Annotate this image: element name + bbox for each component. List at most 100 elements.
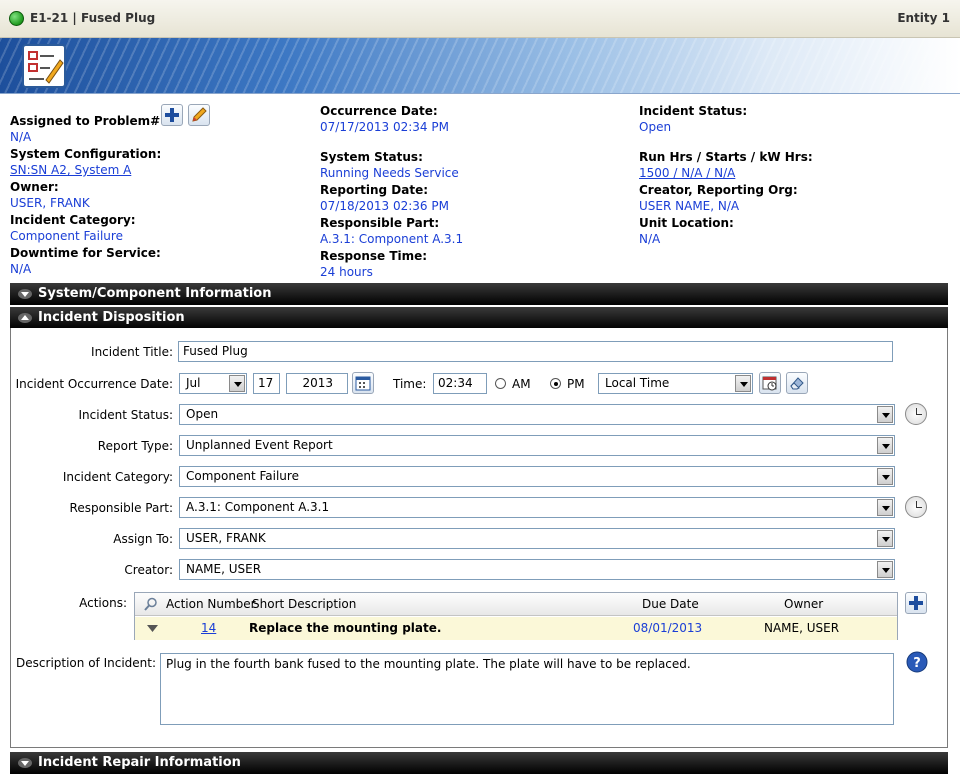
summary-column-2: Occurrence Date: 07/17/2013 02:34 PM Sys… (320, 104, 620, 282)
day-input[interactable]: 17 (253, 373, 280, 394)
actions-grid: Action Number Short Description Due Date… (134, 592, 898, 640)
occurrence-date-label: Occurrence Date: (320, 104, 438, 118)
incident-title-input[interactable]: Fused Plug (178, 341, 893, 362)
responsible-part-select[interactable]: A.3.1: Component A.3.1 (179, 497, 895, 518)
incident-status-select[interactable]: Open (179, 404, 895, 425)
incident-status-label: Incident Status: (639, 104, 748, 118)
description-textarea[interactable]: Plug in the fourth bank fused to the mou… (160, 653, 894, 725)
report-type-label: Report Type: (97, 439, 173, 453)
response-time-label: Response Time: (320, 249, 428, 263)
add-problem-button[interactable] (161, 104, 183, 126)
responsible-part-value: A.3.1: Component A.3.1 (320, 232, 464, 246)
timezone-select[interactable]: Local Time (598, 373, 753, 394)
creator-select[interactable]: NAME, USER (179, 559, 895, 580)
dropdown-arrow-icon (877, 468, 893, 485)
responsible-part-select-value: A.3.1: Component A.3.1 (186, 500, 330, 514)
status-history-clock-icon[interactable] (905, 403, 927, 425)
assign-to-select[interactable]: USER, FRANK (179, 528, 895, 549)
month-value: Jul (186, 376, 201, 390)
time-input[interactable]: 02:34 (433, 373, 487, 394)
year-input[interactable]: 2013 (286, 373, 348, 394)
help-icon[interactable]: ? (906, 651, 928, 673)
action-owner: NAME, USER (764, 621, 840, 635)
eraser-icon (790, 377, 804, 390)
col-short-description[interactable]: Short Description (252, 593, 356, 616)
creator-label: Creator: (124, 563, 173, 577)
table-row[interactable]: 14 Replace the mounting plate. 08/01/201… (135, 617, 897, 640)
col-due-date[interactable]: Due Date (642, 593, 699, 616)
incident-title-label: Incident Title: (91, 345, 173, 359)
responsible-part-label: Responsible Part: (320, 216, 440, 230)
system-status-label: System Status: (320, 150, 423, 164)
incident-category-select-value: Component Failure (186, 469, 299, 483)
plus-icon (165, 108, 179, 122)
add-action-button[interactable] (905, 592, 927, 614)
occurrence-date-label: Incident Occurrence Date: (15, 377, 173, 391)
header-banner (0, 38, 960, 94)
actions-label: Actions: (79, 596, 127, 610)
search-icon[interactable] (144, 597, 158, 611)
owner-value: USER, FRANK (10, 196, 90, 210)
action-due-date: 08/01/2013 (633, 621, 703, 635)
system-status-value: Running Needs Service (320, 166, 459, 180)
timezone-value: Local Time (605, 376, 670, 390)
clear-date-button[interactable] (786, 372, 808, 394)
run-hrs-link[interactable]: 1500 / N/A / N/A (639, 166, 939, 183)
assign-to-label: Assign To: (113, 532, 173, 546)
response-time-value: 24 hours (320, 265, 373, 279)
action-number-link[interactable]: 14 (201, 617, 216, 640)
incident-category-label: Incident Category: (10, 213, 136, 227)
col-action-number[interactable]: Action Number (166, 593, 256, 616)
owner-label: Owner: (10, 180, 59, 194)
calendar-icon (355, 376, 371, 391)
incident-category-form-label: Incident Category: (62, 470, 173, 484)
dropdown-arrow-icon (877, 530, 893, 547)
summary-column-3: Incident Status: Open Run Hrs / Starts /… (639, 104, 939, 249)
dropdown-arrow-icon (877, 561, 893, 578)
time-label: Time: (393, 377, 427, 391)
section-system-component-label: System/Component Information (38, 286, 272, 301)
dropdown-arrow-icon (877, 437, 893, 454)
actions-grid-header: Action Number Short Description Due Date… (135, 593, 897, 616)
assign-to-value: USER, FRANK (186, 531, 266, 545)
reporting-date-value: 07/18/2013 02:36 PM (320, 199, 449, 213)
edit-problem-button[interactable] (188, 104, 210, 126)
assigned-problem-label: Assigned to Problem# (10, 114, 161, 128)
am-label: AM (512, 377, 531, 391)
chevron-down-icon (18, 289, 32, 299)
dropdown-arrow-icon (877, 499, 893, 516)
dropdown-arrow-icon (229, 375, 245, 392)
section-incident-disposition[interactable]: Incident Disposition (10, 307, 948, 329)
month-select[interactable]: Jul (179, 373, 247, 394)
expand-row-icon[interactable] (147, 625, 158, 633)
occurrence-date-value: 07/17/2013 02:34 PM (320, 120, 449, 134)
summary-column-1: Assigned to Problem# N/A System Configur… (10, 114, 310, 279)
incident-status-select-value: Open (186, 407, 219, 421)
svg-text:?: ? (913, 656, 921, 671)
chevron-down-icon (18, 758, 32, 768)
section-incident-repair-label: Incident Repair Information (38, 755, 241, 770)
report-type-select[interactable]: Unplanned Event Report (179, 435, 895, 456)
action-description: Replace the mounting plate. (249, 621, 442, 635)
dropdown-arrow-icon (735, 375, 751, 392)
run-hrs-label: Run Hrs / Starts / kW Hrs: (639, 150, 813, 164)
description-label: Description of Incident: (16, 656, 156, 670)
unit-location-value: N/A (639, 232, 661, 246)
pm-radio[interactable] (550, 378, 561, 389)
am-radio[interactable] (495, 378, 506, 389)
reporting-date-label: Reporting Date: (320, 183, 429, 197)
status-indicator-icon (9, 11, 24, 26)
window-titlebar: E1-21 | Fused Plug Entity 1 (0, 0, 960, 38)
creator-org-label: Creator, Reporting Org: (639, 183, 798, 197)
system-configuration-link[interactable]: SN:SN A2, System A (10, 163, 310, 180)
calendar-button[interactable] (352, 372, 374, 394)
section-incident-repair[interactable]: Incident Repair Information (10, 752, 948, 774)
section-system-component[interactable]: System/Component Information (10, 283, 948, 305)
calendar-clock-icon (762, 376, 777, 391)
part-history-clock-icon[interactable] (905, 496, 927, 518)
pencil-icon (192, 107, 207, 122)
set-now-button[interactable] (759, 372, 781, 394)
responsible-part-form-label: Responsible Part: (69, 501, 173, 515)
col-owner[interactable]: Owner (784, 593, 823, 616)
incident-category-select[interactable]: Component Failure (179, 466, 895, 487)
